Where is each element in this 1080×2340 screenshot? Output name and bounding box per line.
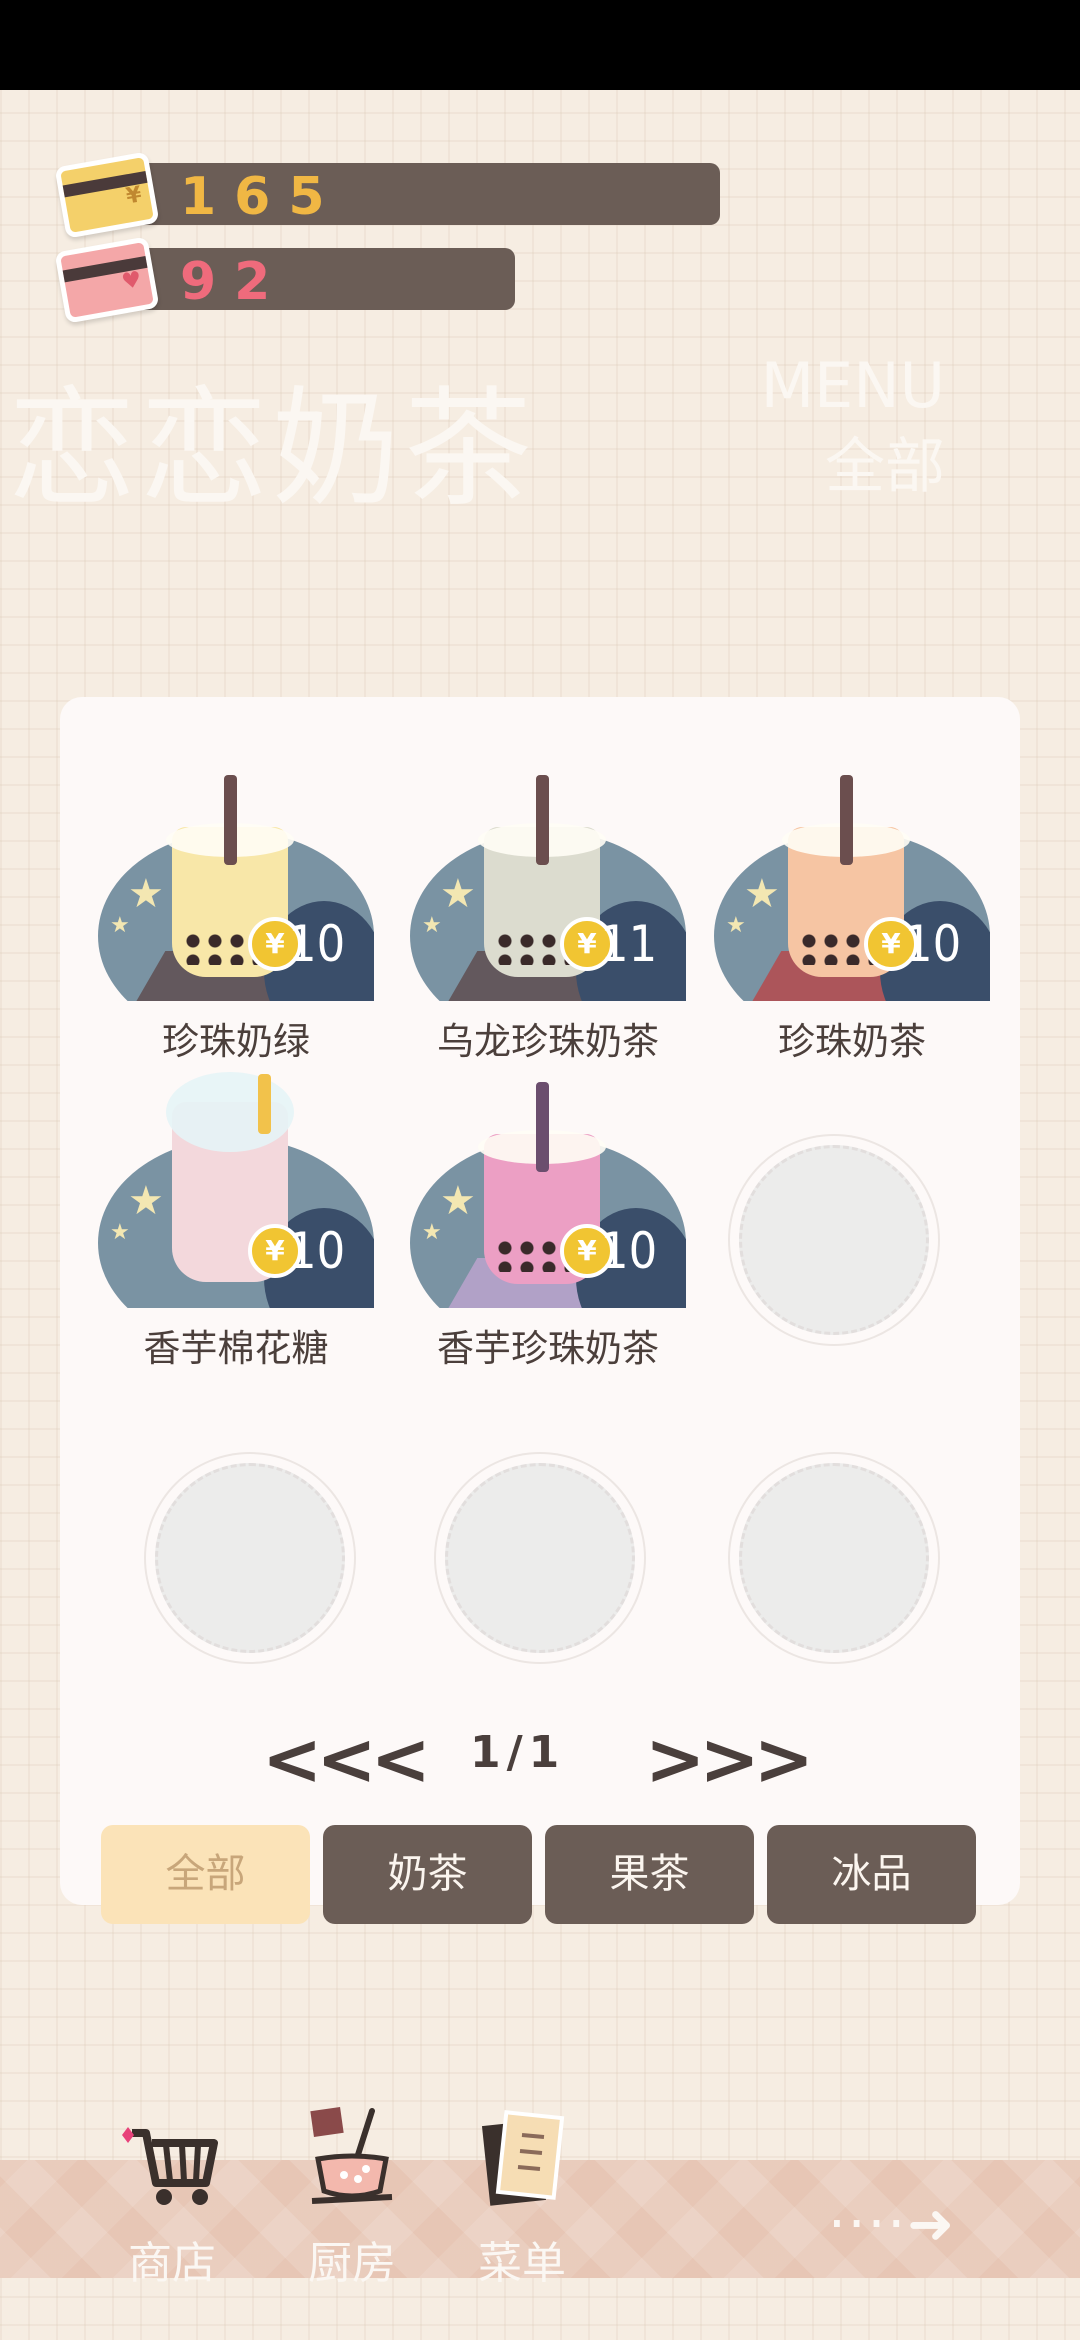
pagination: <<< 1/1 >>>	[0, 1717, 1080, 1801]
nav-kitchen-label: 厨房	[308, 2238, 396, 2289]
menu-item[interactable]: ★ ★ ¥ 10 珍珠奶茶	[702, 775, 1002, 1075]
empty-item-slot	[739, 1463, 929, 1653]
item-name: 香芋珍珠奶茶	[437, 1327, 659, 1370]
item-price: 11	[600, 915, 658, 973]
item-price: 10	[600, 1222, 658, 1280]
menu-item[interactable]: ★ ★ ¥ 10 香芋棉花糖	[86, 1072, 386, 1382]
prev-page-button[interactable]: <<<	[262, 1717, 431, 1801]
item-name: 珍珠奶绿	[162, 1020, 310, 1063]
tab-ice[interactable]: 冰品	[767, 1825, 976, 1924]
item-name: 香芋棉花糖	[143, 1327, 329, 1370]
tab-fruit-tea[interactable]: 果茶	[545, 1825, 754, 1924]
straw-image	[536, 775, 549, 865]
straw-image	[224, 775, 237, 865]
menu-category: 全部	[825, 432, 945, 502]
heart-card-icon: ♥	[54, 236, 160, 324]
empty-item-slot	[739, 1145, 929, 1335]
empty-item-slot	[445, 1463, 635, 1653]
item-price: 10	[288, 1222, 346, 1280]
menu-label: MENU	[760, 349, 945, 422]
gold-amount: 165	[180, 167, 343, 227]
straw-image	[840, 775, 853, 865]
item-name: 乌龙珍珠奶茶	[437, 1020, 659, 1063]
page-indicator: 1/1	[470, 1727, 566, 1778]
nav-menu[interactable]: 菜单	[452, 2105, 592, 2289]
menu-book-icon	[481, 2110, 565, 2206]
straw-image	[536, 1082, 549, 1172]
status-bar	[0, 0, 1080, 90]
gold-card-icon: ¥	[54, 151, 160, 239]
nav-shop[interactable]: 商店	[102, 2105, 242, 2289]
tab-milk-tea[interactable]: 奶茶	[323, 1825, 532, 1924]
nav-shop-label: 商店	[128, 2238, 216, 2289]
item-name: 珍珠奶茶	[778, 1020, 926, 1063]
heart-amount: 92	[180, 252, 289, 312]
menu-item[interactable]: ★ ★ ¥ 10 珍珠奶绿	[86, 775, 386, 1075]
next-page-button[interactable]: >>>	[645, 1717, 814, 1801]
more-arrow-icon[interactable]: ····➜	[828, 2192, 956, 2257]
shop-title: 恋恋奶茶	[8, 375, 537, 524]
menu-item[interactable]: ★ ★ ¥ 11 乌龙珍珠奶茶	[398, 775, 698, 1075]
item-price: 10	[904, 915, 962, 973]
empty-item-slot	[155, 1463, 345, 1653]
straw-image	[258, 1074, 271, 1134]
kitchen-pot-icon	[310, 2107, 393, 2204]
tab-all[interactable]: 全部	[101, 1825, 310, 1924]
nav-menu-label: 菜单	[478, 2238, 566, 2289]
shopping-cart-icon	[122, 2127, 218, 2205]
item-price: 10	[288, 915, 346, 973]
nav-kitchen[interactable]: 厨房	[282, 2105, 422, 2289]
menu-item[interactable]: ★ ★ ¥ 10 香芋珍珠奶茶	[398, 1082, 698, 1382]
